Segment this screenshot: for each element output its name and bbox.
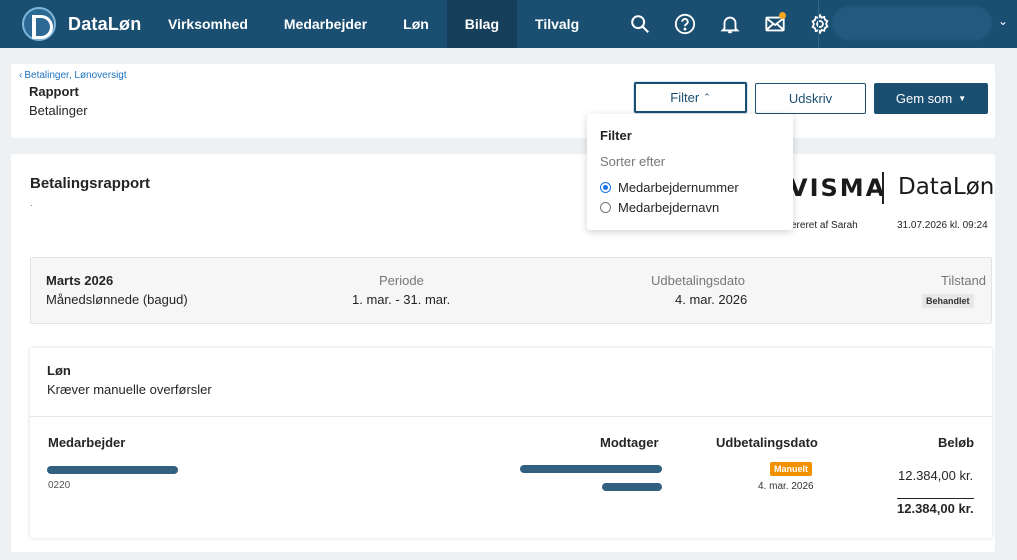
receiver-column-header: Modtager — [600, 435, 659, 450]
chevron-up-icon: ⌃ — [703, 92, 711, 102]
sort-by-label: Sorter efter — [600, 154, 666, 169]
save-as-button[interactable]: Gem som ▼ — [874, 83, 988, 114]
row-amount: 12.384,00 kr. — [898, 468, 974, 483]
filter-popover-title: Filter — [600, 128, 632, 143]
sort-option-label: Medarbejdernummer — [618, 180, 739, 195]
report-card: Betalingsrapport . VISMA DataLøn ereret … — [11, 154, 995, 552]
nav-item-medarbejder[interactable]: Medarbejder — [266, 0, 385, 48]
chevron-down-icon[interactable]: ⌄ — [998, 14, 1008, 28]
mail-icon[interactable] — [752, 0, 797, 48]
amount-column-header: Beløb — [938, 435, 975, 450]
sort-option-label: Medarbejdernavn — [618, 200, 720, 215]
account-menu[interactable] — [832, 6, 992, 40]
sort-option-employee-number[interactable]: Medarbejdernummer — [600, 180, 739, 195]
report-subtitle: . — [30, 198, 33, 208]
nav-item-loen[interactable]: Løn — [385, 0, 447, 48]
period-header: Periode — [379, 273, 424, 288]
period-type: Månedslønnede (bagud) — [46, 292, 188, 307]
sort-option-employee-name[interactable]: Medarbejdernavn — [600, 200, 719, 215]
visma-logo: VISMA — [789, 174, 887, 202]
save-as-label: Gem som — [895, 91, 953, 106]
help-icon[interactable] — [662, 0, 707, 48]
redacted-receiver-name — [602, 483, 662, 491]
nav-item-bilag[interactable]: Bilag — [446, 0, 518, 48]
nav-item-virksomhed[interactable]: Virksomhed — [150, 0, 266, 48]
payment-section-subtitle: Kræver manuelle overførsler — [47, 382, 212, 397]
nav-divider — [818, 0, 819, 48]
total-amount: 12.384,00 kr. — [897, 501, 974, 516]
bell-icon[interactable] — [707, 0, 752, 48]
filter-button[interactable]: Filter ⌃ — [634, 82, 747, 113]
payout-header: Udbetalingsdato — [651, 273, 745, 288]
page-title: Rapport — [29, 84, 79, 99]
search-icon[interactable] — [617, 0, 662, 48]
app-logo[interactable]: DataLøn — [0, 0, 150, 48]
section-divider — [30, 416, 992, 417]
status-badge: Behandlet — [922, 294, 974, 308]
print-button[interactable]: Udskriv — [755, 83, 866, 114]
period-value: 1. mar. - 31. mar. — [352, 292, 451, 307]
period-summary: Marts 2026 Månedslønnede (bagud) Periode… — [30, 257, 992, 324]
filter-button-label: Filter — [670, 90, 700, 105]
created-at: 31.07.2026 kl. 09:24 — [897, 220, 988, 231]
period-name: Marts 2026 — [46, 273, 114, 288]
payout-value: 4. mar. 2026 — [675, 292, 748, 307]
dataloen-logo-icon — [22, 7, 56, 41]
page-subtitle: Betalinger — [29, 103, 88, 118]
payout-date-column-header: Udbetalingsdato — [716, 435, 818, 450]
row-payout-date: 4. mar. 2026 — [758, 481, 814, 492]
employee-number: 0220 — [48, 480, 71, 491]
total-divider — [897, 498, 974, 499]
dataloen-wordmark: DataLøn — [898, 174, 995, 200]
redacted-employee-name — [47, 466, 178, 474]
caret-down-icon: ▼ — [958, 94, 967, 103]
radio-button[interactable] — [600, 202, 611, 213]
report-header: ‹ Betalinger, Lønoversigt Rapport Betalin… — [11, 64, 995, 138]
chevron-left-icon: ‹ — [19, 70, 23, 81]
payment-section-title: Løn — [47, 363, 71, 378]
employee-column-header: Medarbejder — [48, 435, 126, 450]
breadcrumb-label[interactable]: Betalinger, Lønoversigt — [24, 70, 126, 81]
radio-button-selected[interactable] — [600, 182, 611, 193]
nav-item-tilvalg[interactable]: Tilvalg — [517, 0, 597, 48]
report-title: Betalingsrapport — [30, 175, 151, 192]
app-name: DataLøn — [68, 13, 142, 34]
brand-divider — [882, 172, 884, 204]
breadcrumb[interactable]: ‹ Betalinger, Lønoversigt — [19, 70, 127, 81]
created-by: ereret af Sarah — [791, 220, 858, 231]
manual-badge: Manuelt — [770, 462, 813, 476]
redacted-account-number — [520, 465, 662, 473]
state-header: Tilstand — [941, 273, 987, 288]
payment-section: Løn Kræver manuelle overførsler Medarbej… — [30, 348, 992, 538]
filter-popover: Filter Sorter efter Medarbejdernummer Me… — [587, 114, 793, 230]
